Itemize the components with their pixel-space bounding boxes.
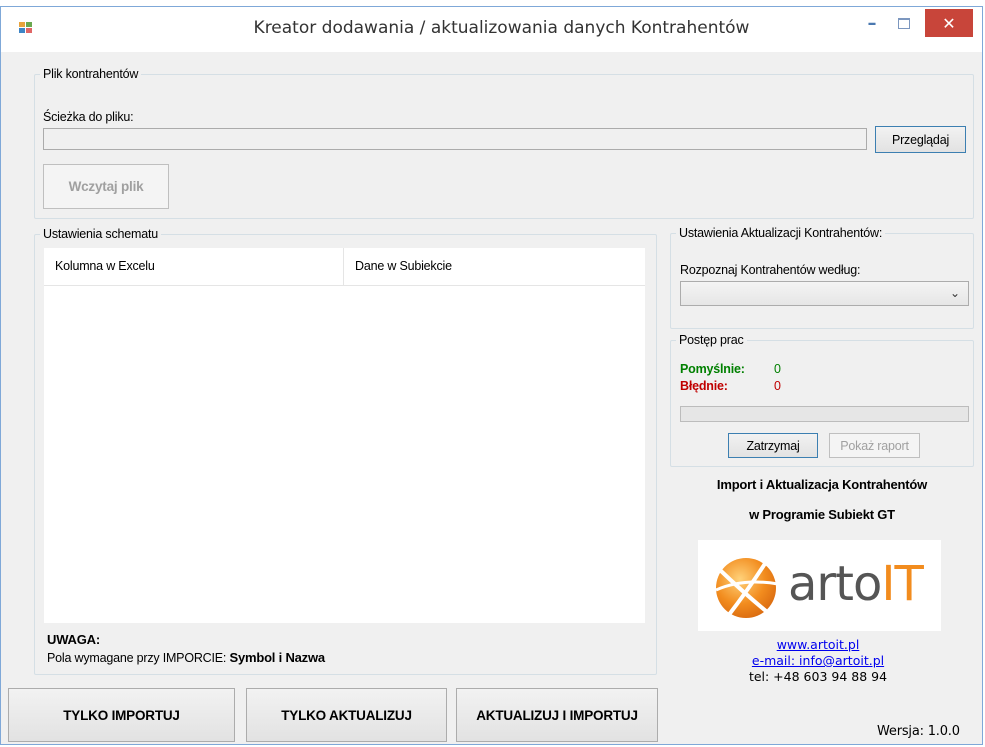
minimize-icon: – bbox=[867, 12, 877, 34]
schema-group-legend: Ustawienia schematu bbox=[40, 227, 162, 241]
version-label: Wersja: 1.0.0 bbox=[877, 724, 960, 739]
recognize-label: Rozpoznaj Kontrahentów według: bbox=[680, 263, 861, 277]
column-header-subiekt[interactable]: Dane w Subiekcie bbox=[355, 259, 452, 273]
progress-group-legend: Postęp prac bbox=[676, 333, 747, 347]
promo-line-1: Import i Aktualizacja Kontrahentów bbox=[716, 477, 928, 492]
maximize-button[interactable] bbox=[889, 9, 919, 37]
progress-group: Postęp prac Pomyślnie: 0 Błędnie: 0 Zatr… bbox=[670, 333, 974, 467]
schema-group: Ustawienia schematu Kolumna w Excelu Dan… bbox=[34, 227, 657, 675]
import-only-button[interactable]: TYLKO IMPORTUJ bbox=[8, 688, 235, 742]
title-bar: Kreator dodawania / aktualizowania danyc… bbox=[1, 7, 982, 52]
minimize-button[interactable]: – bbox=[857, 9, 887, 37]
recognize-dropdown[interactable]: ⌄ bbox=[680, 281, 969, 306]
schema-grid[interactable]: Kolumna w Excelu Dane w Subiekcie bbox=[44, 248, 645, 623]
stop-button[interactable]: Zatrzymaj bbox=[728, 433, 818, 458]
website-link[interactable]: www.artoit.pl bbox=[683, 637, 953, 652]
email-link[interactable]: e-mail: info@artoit.pl bbox=[683, 653, 953, 668]
main-window: Kreator dodawania / aktualizowania danyc… bbox=[0, 6, 983, 745]
file-group-legend: Plik kontrahentów bbox=[40, 67, 142, 81]
error-label: Błędnie: bbox=[680, 379, 728, 393]
schema-grid-header: Kolumna w Excelu Dane w Subiekcie bbox=[44, 248, 645, 286]
success-count: 0 bbox=[774, 362, 781, 376]
update-and-import-button[interactable]: AKTUALIZUJ I IMPORTUJ bbox=[456, 688, 658, 742]
phone-number: tel: +48 603 94 88 94 bbox=[748, 669, 888, 684]
update-settings-legend: Ustawienia Aktualizacji Kontrahentów: bbox=[676, 226, 886, 240]
logo-text-it: IT bbox=[881, 556, 923, 612]
error-count: 0 bbox=[774, 379, 781, 393]
file-group: Plik kontrahentów Ścieżka do pliku: Prze… bbox=[34, 67, 974, 219]
promo-line-2: w Programie Subiekt GT bbox=[749, 507, 895, 522]
note-text-label: Pola wymagane przy IMPORCIE: bbox=[47, 651, 227, 665]
artoit-logo: artoIT bbox=[698, 540, 941, 631]
note-text: Pola wymagane przy IMPORCIE: Symbol i Na… bbox=[47, 650, 325, 665]
logo-wordmark: artoIT bbox=[788, 554, 924, 614]
close-icon: ✕ bbox=[942, 13, 956, 33]
note-required-fields: Symbol i Nazwa bbox=[229, 650, 325, 665]
update-only-button[interactable]: TYLKO AKTUALIZUJ bbox=[246, 688, 447, 742]
path-label: Ścieżka do pliku: bbox=[43, 110, 134, 124]
progress-bar bbox=[680, 406, 969, 422]
chevron-down-icon: ⌄ bbox=[949, 286, 960, 300]
maximize-icon bbox=[898, 17, 910, 29]
column-separator bbox=[343, 248, 344, 285]
browse-button[interactable]: Przeglądaj bbox=[875, 126, 966, 153]
close-button[interactable]: ✕ bbox=[925, 9, 973, 37]
show-report-button[interactable]: Pokaż raport bbox=[829, 433, 920, 458]
note-title: UWAGA: bbox=[47, 632, 100, 647]
logo-text-arto: arto bbox=[788, 556, 882, 612]
column-header-excel[interactable]: Kolumna w Excelu bbox=[55, 259, 155, 273]
load-file-button[interactable]: Wczytaj plik bbox=[43, 164, 169, 209]
path-input[interactable] bbox=[43, 128, 867, 150]
window-title: Kreator dodawania / aktualizowania danyc… bbox=[253, 18, 750, 38]
update-settings-group: Ustawienia Aktualizacji Kontrahentów: Ro… bbox=[670, 226, 974, 329]
success-label: Pomyślnie: bbox=[680, 362, 745, 376]
